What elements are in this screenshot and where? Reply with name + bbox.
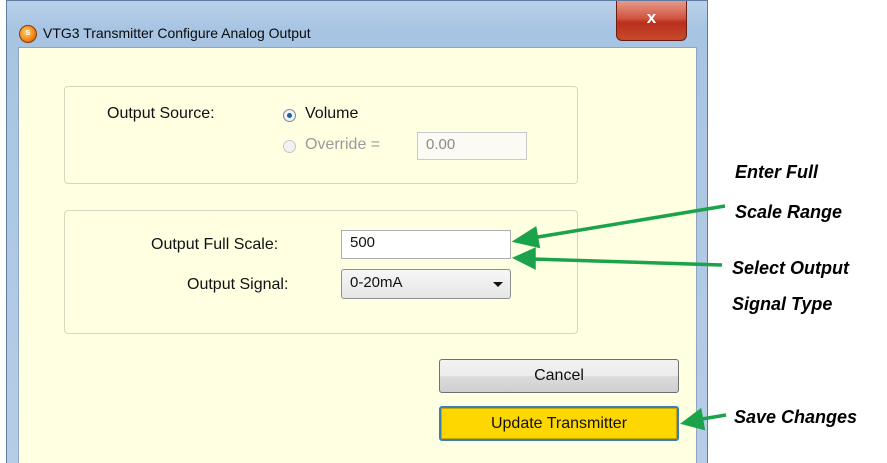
override-radio[interactable] <box>283 140 296 153</box>
full-scale-label: Output Full Scale: <box>151 236 279 253</box>
chevron-down-icon <box>493 282 503 287</box>
output-signal-label: Output Signal: <box>187 276 289 293</box>
update-transmitter-button[interactable]: Update Transmitter <box>439 406 679 441</box>
override-radio-label[interactable]: Override = <box>305 136 380 154</box>
close-button[interactable]: x <box>616 1 687 41</box>
app-logo-icon: S <box>19 25 37 43</box>
output-signal-value: 0-20mA <box>350 274 403 291</box>
annotation-full-scale-line1: Enter Full <box>735 162 819 182</box>
annotation-full-scale-line2: Scale Range <box>735 202 843 222</box>
full-scale-input[interactable]: 500 <box>341 230 511 259</box>
annotation-signal-line2: Signal Type <box>732 294 833 314</box>
volume-radio[interactable] <box>283 109 296 122</box>
cancel-button[interactable]: Cancel <box>439 359 679 393</box>
annotation-save-changes: Save Changes <box>734 407 858 427</box>
window-title: VTG3 Transmitter Configure Analog Output <box>43 25 311 41</box>
override-value-input[interactable]: 0.00 <box>417 132 527 160</box>
output-settings-group: Output Full Scale: 500 Output Signal: 0-… <box>64 210 578 334</box>
volume-radio-label[interactable]: Volume <box>305 105 358 123</box>
title-bar[interactable]: S VTG3 Transmitter Configure Analog Outp… <box>7 1 707 47</box>
output-signal-dropdown[interactable]: 0-20mA <box>341 269 511 299</box>
dialog-window: S VTG3 Transmitter Configure Analog Outp… <box>6 0 708 463</box>
dialog-client-area: Output Source: Volume Override = 0.00 Ou… <box>18 47 697 463</box>
annotation-signal-line1: Select Output <box>732 258 850 278</box>
output-source-label: Output Source: <box>107 105 215 122</box>
output-source-group: Output Source: Volume Override = 0.00 <box>64 86 578 184</box>
